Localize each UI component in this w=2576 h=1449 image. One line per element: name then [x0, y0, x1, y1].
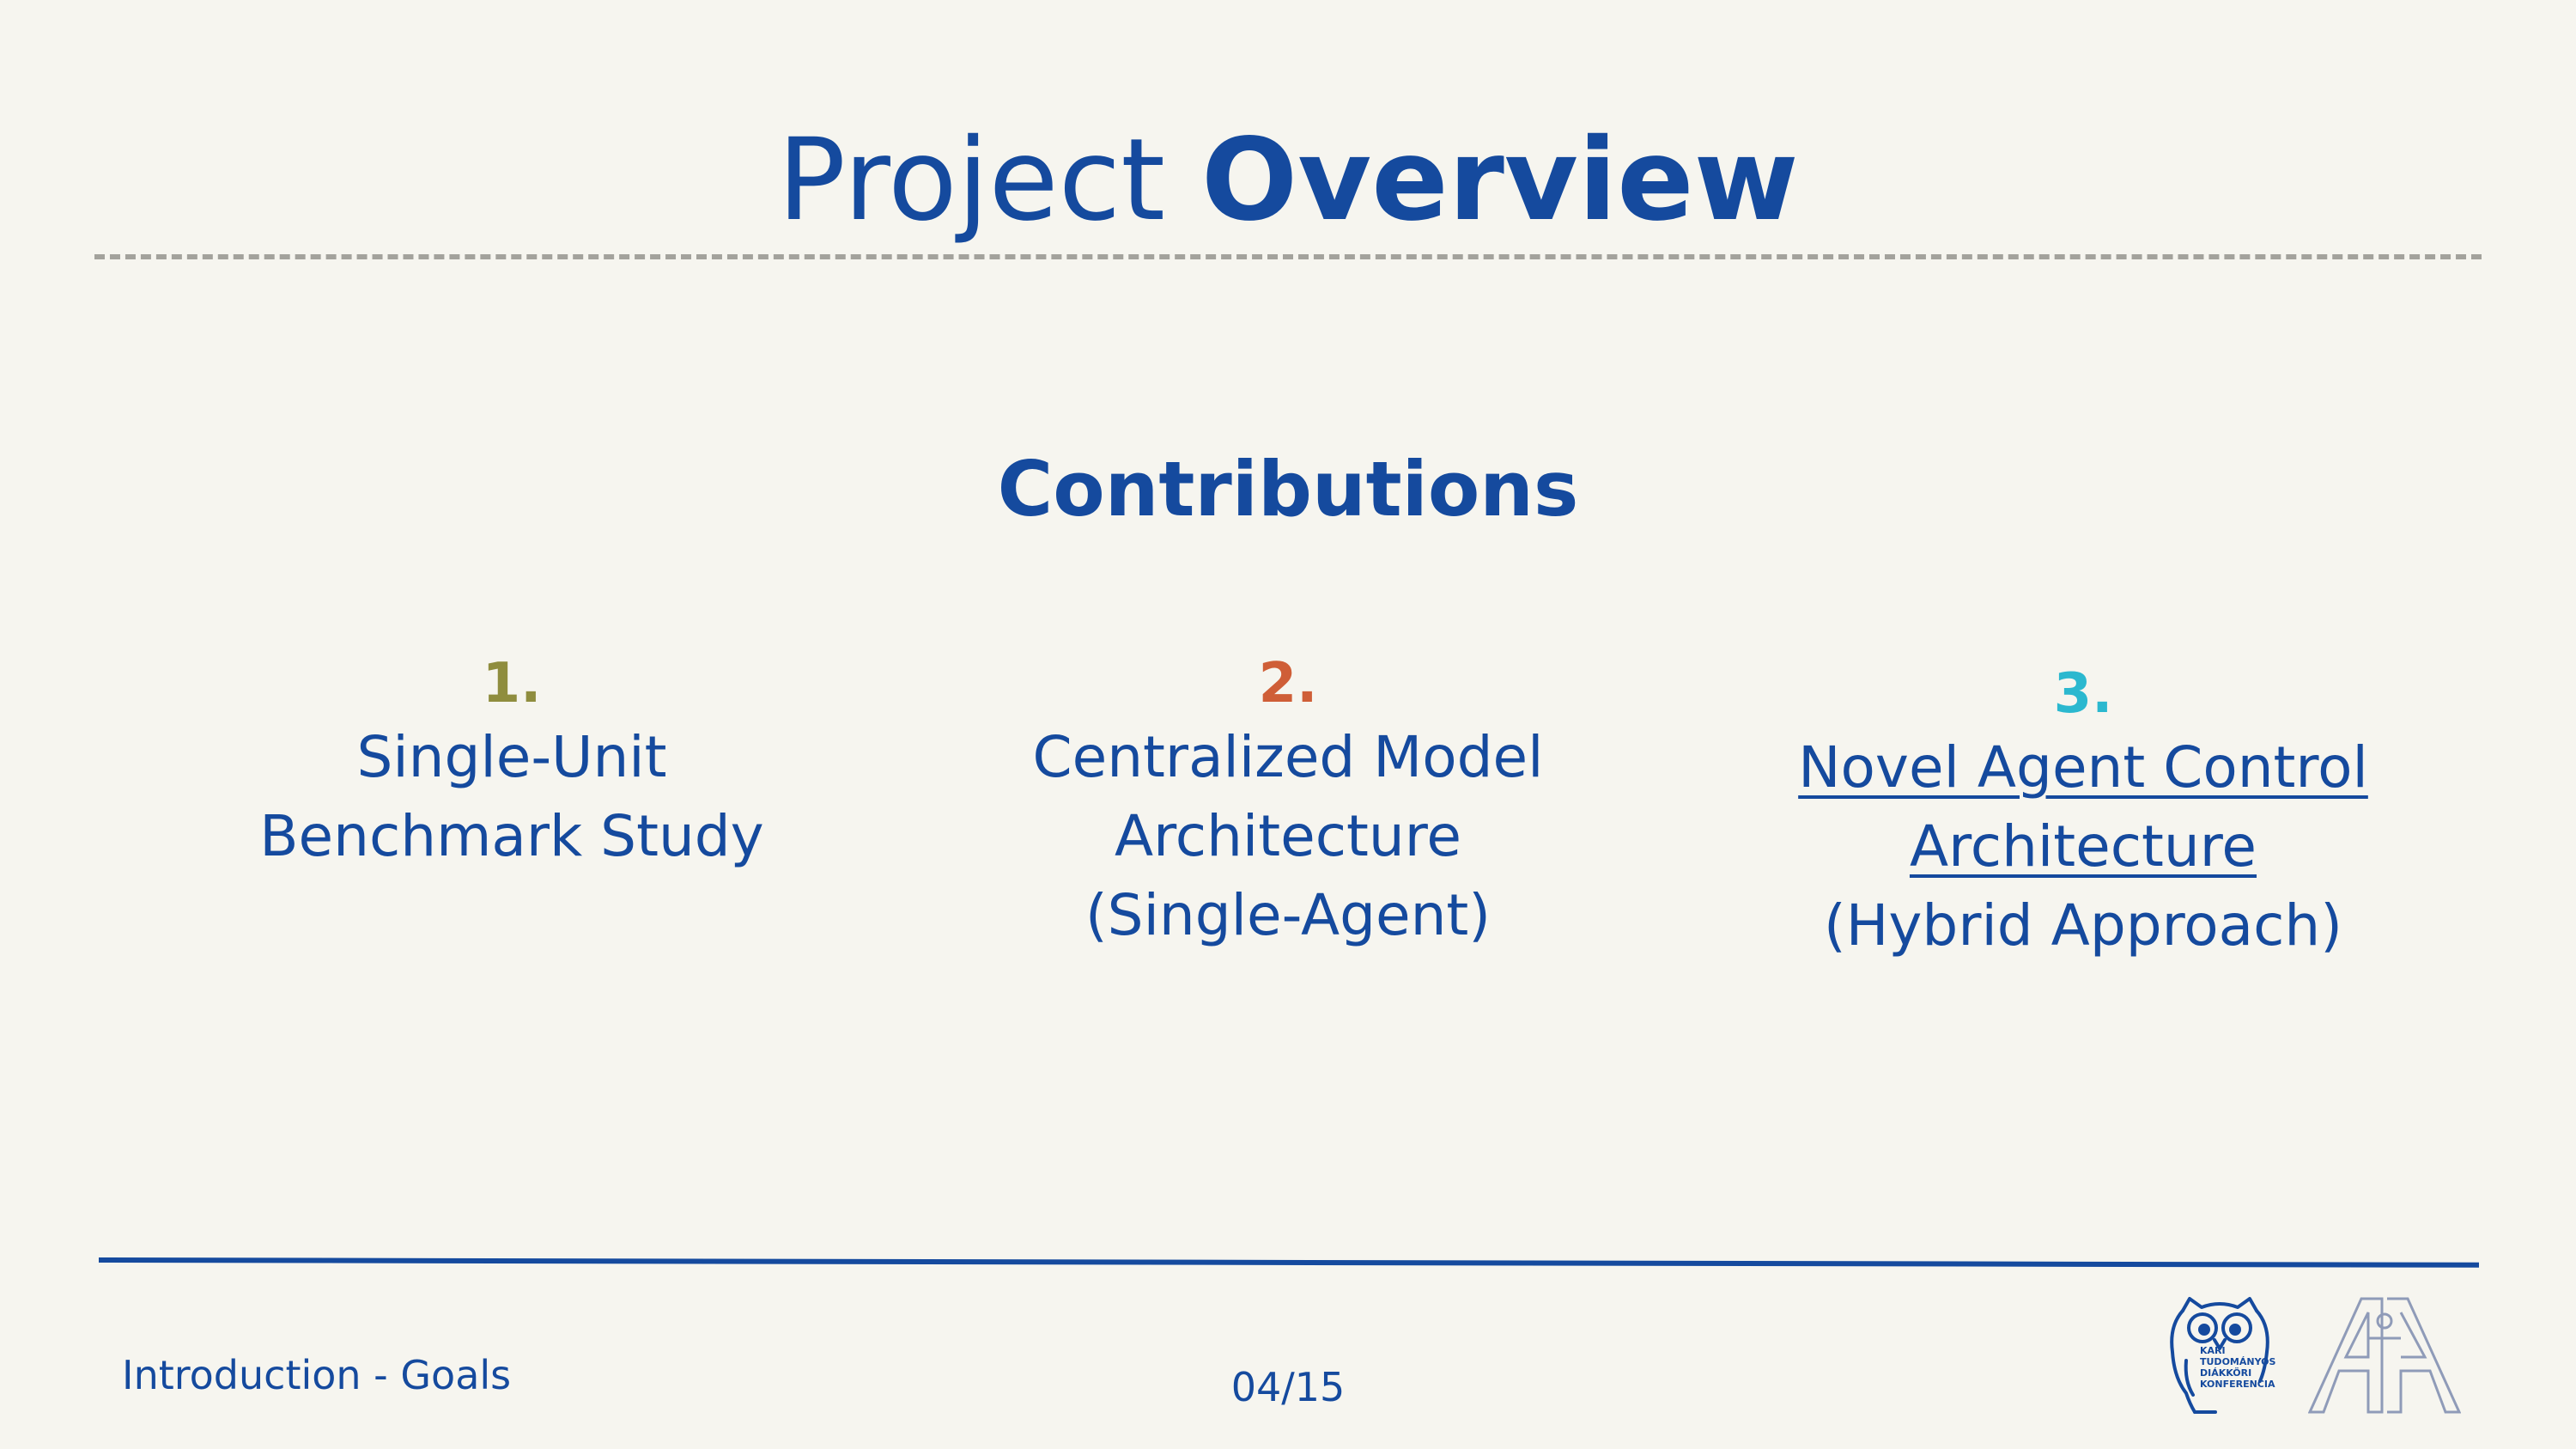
title-divider — [94, 254, 2482, 259]
contribution-1-line-1: Single-Unit — [356, 724, 667, 790]
owl-logo-text: KARI TUDOMÁNYOS DIÁKKÖRI KONFERENCIA — [2200, 1345, 2276, 1390]
ai-logo-icon — [2308, 1297, 2461, 1414]
title-bold: Overview — [1200, 114, 1799, 247]
footer-section-label: Introduction - Goals — [122, 1352, 512, 1398]
contribution-3-line-3: (Hybrid Approach) — [1824, 892, 2342, 959]
page-number: 04/15 — [1230, 1364, 1346, 1410]
section-heading: Contributions — [997, 445, 1579, 533]
title-light: Project — [777, 114, 1165, 247]
contribution-2-number: 2. — [1258, 652, 1318, 715]
contribution-2-line-3: (Single-Agent) — [1084, 882, 1492, 948]
slide-title: Project Overview — [0, 112, 2576, 249]
contribution-3-link-line-1[interactable]: Novel Agent Control — [1697, 728, 2470, 807]
slide: Project Overview Contributions 1. Single… — [0, 0, 2576, 1449]
footer-divider — [98, 1257, 2480, 1268]
contribution-3[interactable]: 3. Novel Agent Control Architecture (Hyb… — [1697, 660, 2470, 965]
contribution-2: 2. Centralized Model Architecture (Singl… — [902, 649, 1674, 955]
contribution-1-number: 1. — [482, 652, 542, 715]
contribution-1: 1. Single-Unit Benchmark Study — [125, 649, 898, 876]
contribution-1-line-2: Benchmark Study — [259, 803, 764, 869]
contribution-2-line-1: Centralized Model — [1032, 724, 1544, 790]
contribution-3-link-line-2[interactable]: Architecture — [1697, 807, 2470, 886]
contribution-3-number: 3. — [2053, 662, 2113, 726]
contribution-2-line-2: Architecture — [1114, 803, 1462, 869]
